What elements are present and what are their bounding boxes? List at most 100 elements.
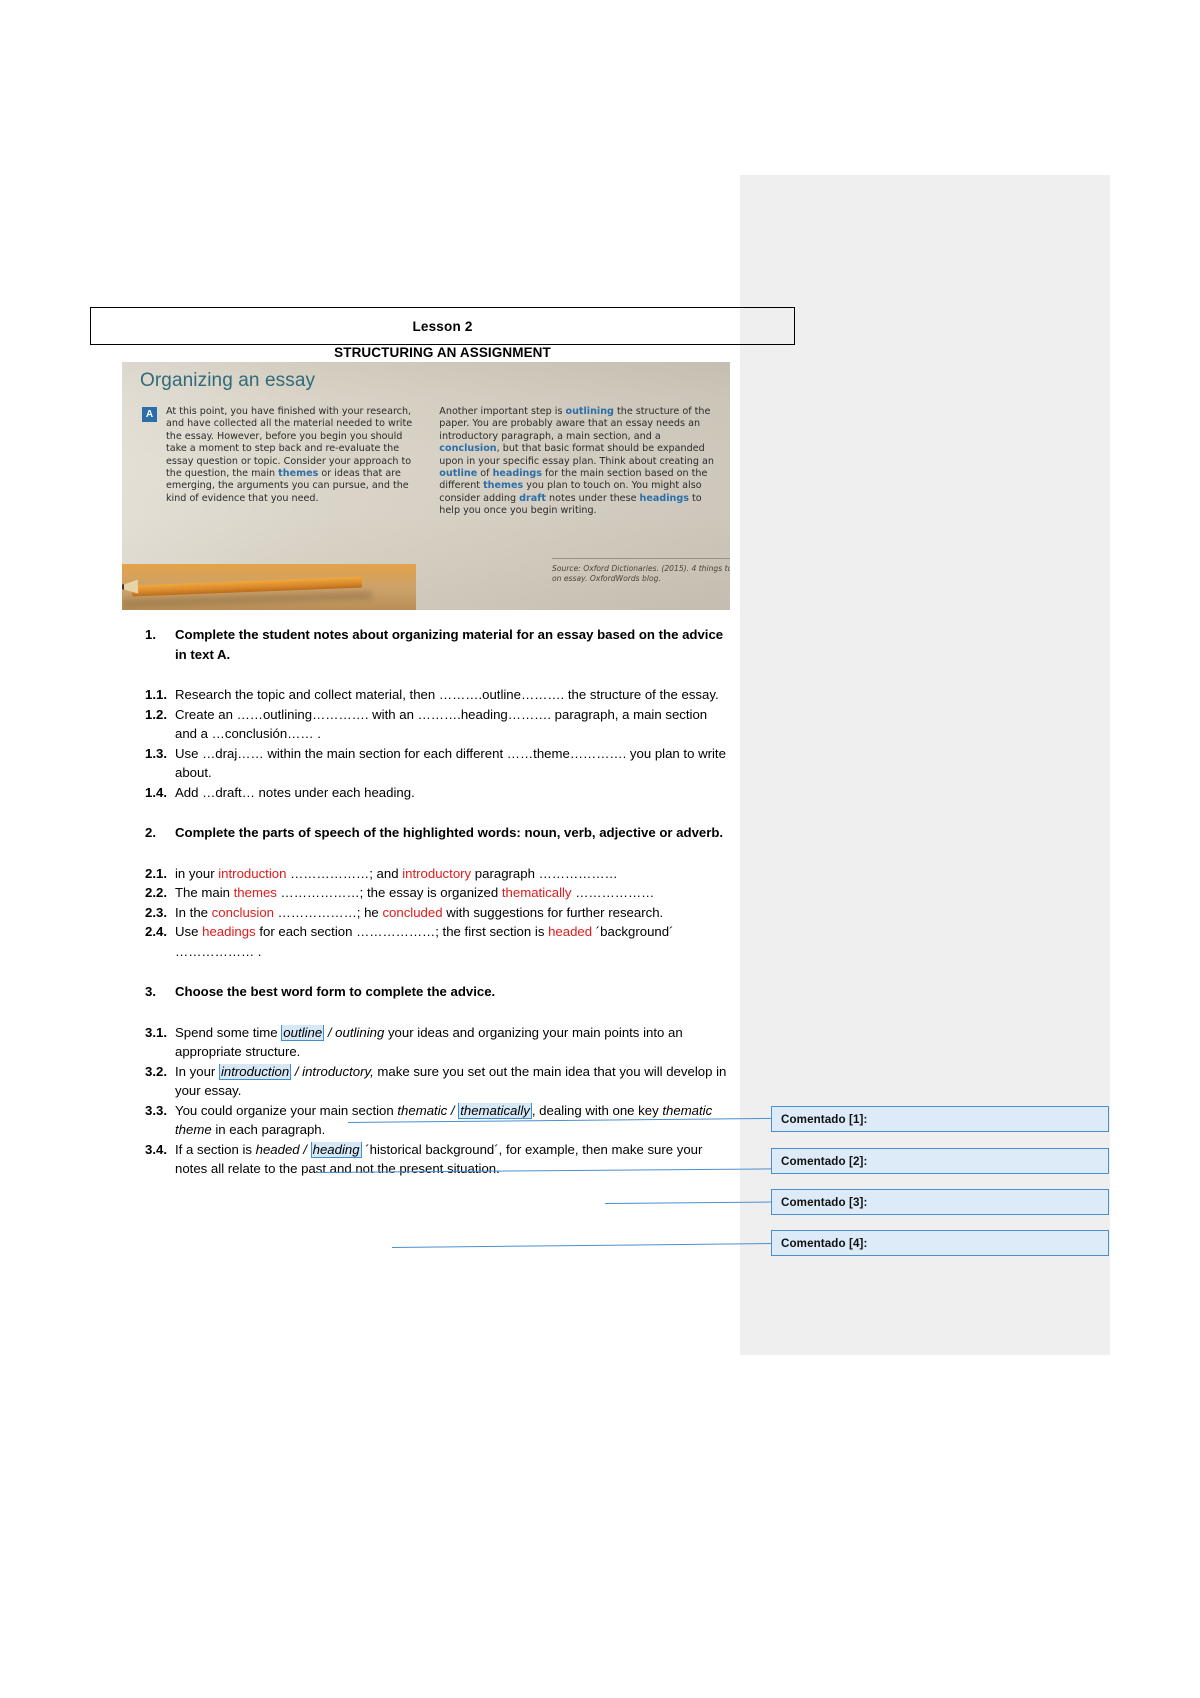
item-text-part: ………………; and xyxy=(286,865,403,881)
pencil-illustration xyxy=(122,550,416,610)
highlighted-word: introduction xyxy=(218,865,287,881)
highlighted-word: conclusion xyxy=(211,904,274,920)
pencil-tip xyxy=(122,579,139,595)
comment-balloon[interactable]: Comentado [4]: xyxy=(771,1230,1109,1256)
item-text-part: ………………; the essay is organized xyxy=(276,885,502,900)
figure-left-column: A At this point, you have finished with … xyxy=(142,406,423,518)
item-text: Use …draj…… within the main section for … xyxy=(175,745,726,781)
item-text-part: If a section is xyxy=(175,1141,256,1157)
text-a-badge: A xyxy=(142,407,157,422)
figure-right-keyword: draft xyxy=(519,492,546,504)
list-item: 1.1. Research the topic and collect mate… xyxy=(145,685,730,705)
exercise-1-items: 1.1. Research the topic and collect mate… xyxy=(145,685,730,802)
figure-columns: A At this point, you have finished with … xyxy=(142,406,720,518)
comment-leader-line xyxy=(391,1243,772,1249)
item-text-part: The main xyxy=(175,885,234,900)
item-number: 3.3. xyxy=(145,1102,167,1118)
figure-left-paragraph: At this point, you have finished with yo… xyxy=(166,406,423,505)
item-number: 1.3. xyxy=(145,745,167,761)
word-option: / introductory, xyxy=(291,1063,374,1079)
item-text: Add …draft… notes under each heading. xyxy=(175,784,415,800)
item-text: If a section is headed / heading ´histor… xyxy=(175,1140,730,1179)
item-text: Use headings for each section ………………; th… xyxy=(175,922,730,961)
comment-anchor-2[interactable]: introduction xyxy=(218,1063,292,1080)
comment-balloon[interactable]: Comentado [2]: xyxy=(771,1148,1109,1174)
pencil-lead xyxy=(122,583,125,591)
item-number: 1.2. xyxy=(145,706,167,722)
list-item: 1.3. Use …draj…… within the main section… xyxy=(145,744,730,783)
item-text-part: ……………… xyxy=(571,885,655,900)
exercise-1-heading: 1. Complete the student notes about orga… xyxy=(145,625,730,664)
item-number: 3.4. xyxy=(145,1141,167,1157)
item-text-part: In your xyxy=(175,1063,219,1079)
lesson-label: Lesson 2 xyxy=(412,318,473,334)
page-title: STRUCTURING AN ASSIGNMENT xyxy=(334,345,551,360)
figure-right-column: Another important step is outlining the … xyxy=(439,406,720,518)
item-text: Research the topic and collect material,… xyxy=(175,687,719,702)
item-text-part: for each section ………………; the first secti… xyxy=(255,924,549,939)
exercise-2-number: 2. xyxy=(145,825,156,840)
exercise-1-number: 1. xyxy=(145,627,156,642)
figure-right-keyword: headings xyxy=(492,468,542,480)
highlighted-word: concluded xyxy=(382,904,443,920)
figure-right-paragraph: Another important step is outlining the … xyxy=(439,406,720,518)
item-text: In your introduction / introductory, mak… xyxy=(175,1062,730,1101)
item-text: Spend some time outline / outlining your… xyxy=(175,1023,730,1062)
review-margin-pane xyxy=(740,175,1110,1355)
item-number: 2.3. xyxy=(145,904,167,920)
textbook-figure: Organizing an essay A At this point, you… xyxy=(122,362,730,610)
list-item: 1.2. Create an ……outlining…………. with an … xyxy=(145,705,730,744)
comment-anchor-4[interactable]: heading xyxy=(310,1141,362,1158)
comment-anchor-1[interactable]: outline xyxy=(281,1024,325,1041)
comment-label: Comentado [4]: xyxy=(781,1236,868,1250)
comment-anchor-3[interactable]: thematically xyxy=(458,1102,532,1119)
exercise-2-items: 2.1. in your introduction ………………; and int… xyxy=(145,864,730,962)
document-page: Lesson 2 STRUCTURING AN ASSIGNMENT Organ… xyxy=(0,0,1200,1698)
exercise-3-heading: 3. Choose the best word form to complete… xyxy=(145,982,730,1002)
item-text-part: In the xyxy=(175,904,212,920)
exercise-2-prompt: Complete the parts of speech of the high… xyxy=(175,825,724,840)
figure-right-keyword: themes xyxy=(483,480,524,492)
exercise-3-prompt: Choose the best word form to complete th… xyxy=(175,984,496,999)
comment-label: Comentado [3]: xyxy=(781,1195,868,1209)
highlighted-word: headed xyxy=(548,924,593,939)
word-option: thematic / xyxy=(397,1102,459,1118)
exercise-body: 1. Complete the student notes about orga… xyxy=(145,625,730,1179)
item-text: in your introduction ………………; and introdu… xyxy=(175,864,730,884)
item-text-part: Use xyxy=(175,924,203,939)
item-text-part: ………………; he xyxy=(273,904,383,920)
item-text-part: with suggestions for further research. xyxy=(442,904,664,920)
figure-right-text: Another important step is xyxy=(439,406,566,417)
lesson-header-box: Lesson 2 xyxy=(90,307,795,345)
figure-right-text: notes under these xyxy=(545,492,640,504)
list-item: 3.2. In your introduction / introductory,… xyxy=(145,1062,730,1101)
figure-source-citation: Source: Oxford Dictionaries. (2015). 4 t… xyxy=(552,558,730,583)
exercise-3-number: 3. xyxy=(145,984,156,999)
item-number: 3.1. xyxy=(145,1024,167,1040)
item-text: The main themes ………………; the essay is org… xyxy=(175,883,730,903)
item-text-part: , dealing with one key xyxy=(531,1102,663,1118)
highlighted-word: thematically xyxy=(501,885,572,900)
highlighted-word: introductory xyxy=(402,865,472,881)
list-item: 3.4. If a section is headed / heading ´hi… xyxy=(145,1140,730,1179)
item-number: 2.1. xyxy=(145,865,167,881)
figure-right-text: of xyxy=(477,468,493,480)
exercise-1-prompt: Complete the student notes about organiz… xyxy=(175,627,724,662)
highlighted-word: themes xyxy=(233,885,277,900)
item-number: 1.4. xyxy=(145,784,167,800)
comment-balloon[interactable]: Comentado [3]: xyxy=(771,1189,1109,1215)
item-text-part: You could organize your main section xyxy=(175,1102,398,1118)
word-option: headed / xyxy=(255,1141,311,1157)
item-text-part: in your xyxy=(175,865,219,881)
figure-heading: Organizing an essay xyxy=(140,370,316,391)
list-item: 2.4. Use headings for each section ………………… xyxy=(145,922,730,961)
figure-right-keyword: headings xyxy=(639,492,689,504)
item-text: Create an ……outlining…………. with an ……….h… xyxy=(175,706,708,742)
list-item: 2.3. In the conclusion ………………; he conclud… xyxy=(145,903,730,923)
word-option: / outlining xyxy=(324,1024,385,1040)
figure-right-keyword: outline xyxy=(439,468,478,480)
comment-balloon[interactable]: Comentado [1]: xyxy=(771,1106,1109,1132)
list-item: 2.2. The main themes ………………; the essay is… xyxy=(145,883,730,903)
item-number: 3.2. xyxy=(145,1063,167,1079)
item-text-part: paragraph ……………… xyxy=(471,865,618,881)
